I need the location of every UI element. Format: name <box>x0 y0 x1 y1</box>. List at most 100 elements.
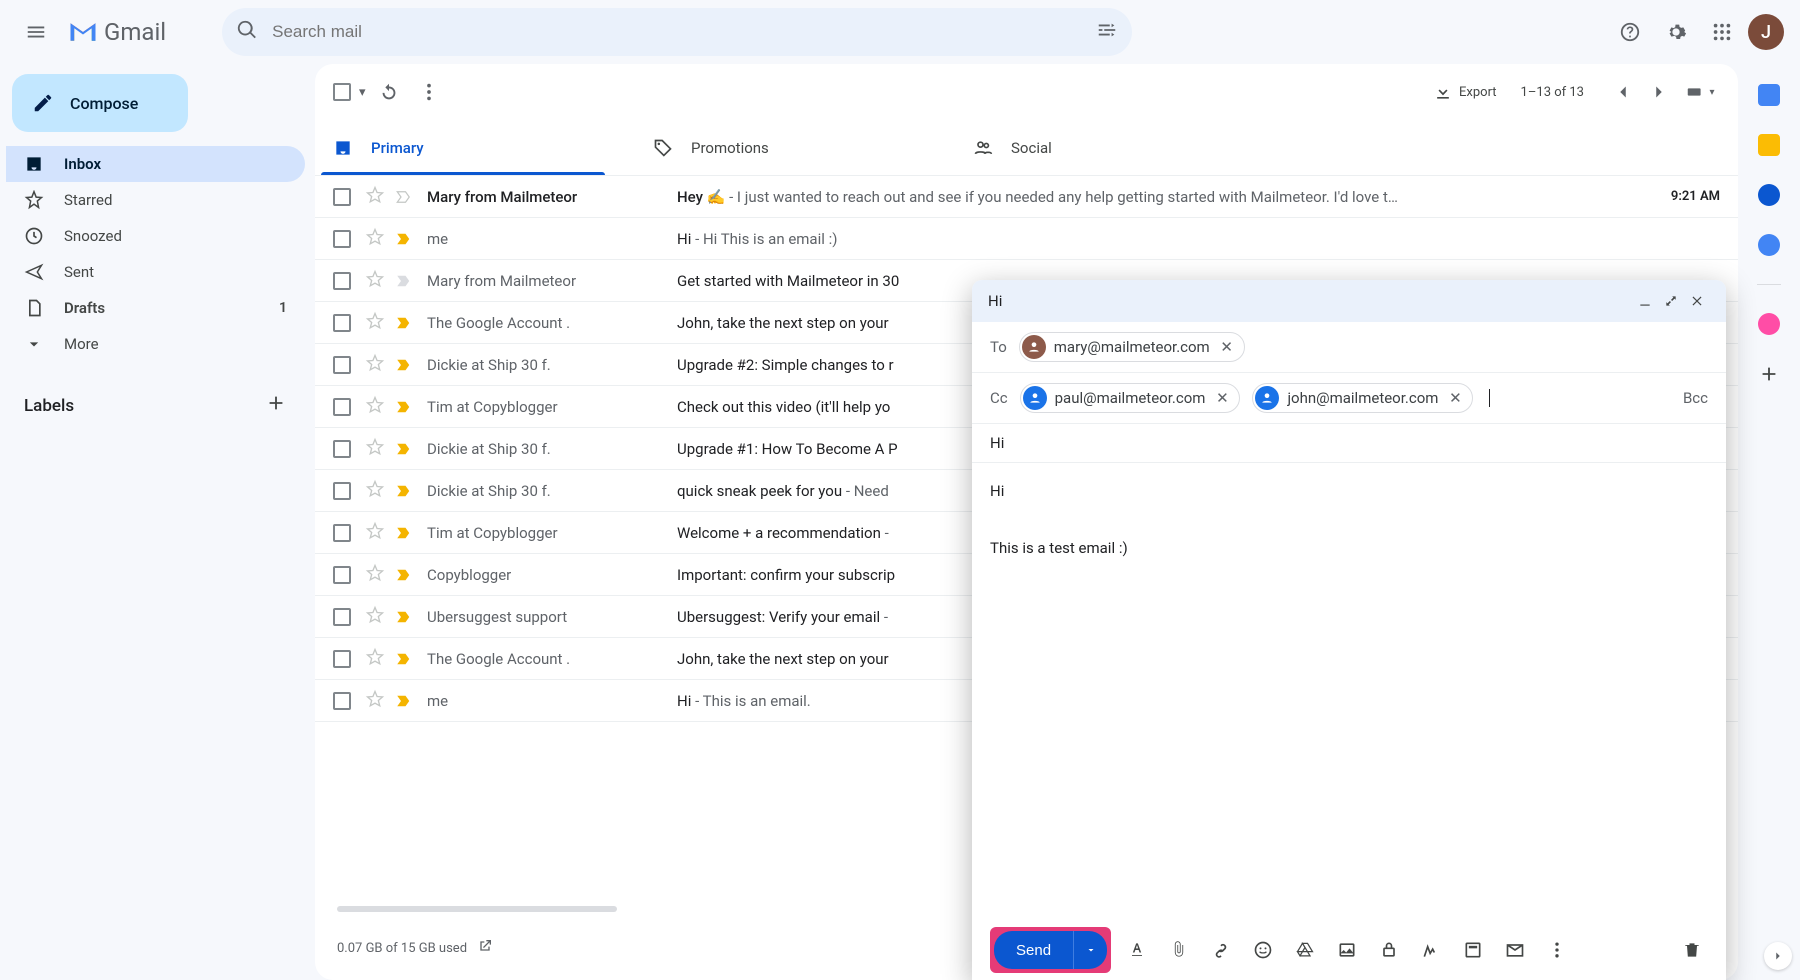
minimize-icon[interactable] <box>1632 288 1658 314</box>
apps-icon[interactable] <box>1702 12 1742 52</box>
star-icon[interactable] <box>365 353 385 377</box>
mail-row[interactable]: meHi - Hi This is an email :) <box>315 218 1738 260</box>
gmail-logo[interactable]: Gmail <box>68 18 166 46</box>
add-label-icon[interactable] <box>265 392 287 419</box>
recipient-chip[interactable]: paul@mailmeteor.com ✕ <box>1020 383 1241 413</box>
settings-icon[interactable] <box>1656 12 1696 52</box>
contacts-addon-icon[interactable] <box>1758 234 1780 256</box>
search-options-icon[interactable] <box>1096 19 1118 45</box>
addon-icon[interactable] <box>1758 313 1780 335</box>
sidebar-item-drafts[interactable]: Drafts1 <box>6 290 305 326</box>
confidential-icon[interactable] <box>1373 934 1405 966</box>
importance-icon[interactable] <box>395 566 413 584</box>
subject-input[interactable]: Hi <box>972 424 1726 463</box>
select-all-checkbox[interactable] <box>333 83 351 101</box>
star-icon[interactable] <box>365 395 385 419</box>
recipient-chip[interactable]: mary@mailmeteor.com ✕ <box>1019 332 1245 362</box>
keep-addon-icon[interactable] <box>1758 134 1780 156</box>
row-checkbox[interactable] <box>333 314 351 332</box>
sidebar-item-sent[interactable]: Sent <box>6 254 305 290</box>
star-icon[interactable] <box>365 563 385 587</box>
send-options-icon[interactable] <box>1073 931 1107 969</box>
importance-icon[interactable] <box>395 356 413 374</box>
account-avatar[interactable]: J <box>1748 14 1784 50</box>
row-checkbox[interactable] <box>333 398 351 416</box>
row-checkbox[interactable] <box>333 482 351 500</box>
importance-icon[interactable] <box>395 482 413 500</box>
star-icon[interactable] <box>365 479 385 503</box>
tasks-addon-icon[interactable] <box>1758 184 1780 206</box>
remove-chip-icon[interactable]: ✕ <box>1218 338 1236 356</box>
fullscreen-icon[interactable] <box>1658 288 1684 314</box>
storage-link-icon[interactable] <box>477 938 493 958</box>
sidebar-item-snoozed[interactable]: Snoozed <box>6 218 305 254</box>
sidebar-item-inbox[interactable]: Inbox <box>6 146 305 182</box>
get-addons-icon[interactable] <box>1758 363 1780 389</box>
star-icon[interactable] <box>365 311 385 335</box>
image-icon[interactable] <box>1331 934 1363 966</box>
main-menu-icon[interactable] <box>16 12 56 52</box>
bcc-toggle[interactable]: Bcc <box>1683 389 1708 407</box>
importance-icon[interactable] <box>395 188 413 206</box>
cc-input-caret[interactable] <box>1489 389 1490 407</box>
tab-social[interactable]: Social <box>955 120 1275 175</box>
remove-chip-icon[interactable]: ✕ <box>1446 389 1464 407</box>
remove-chip-icon[interactable]: ✕ <box>1213 389 1231 407</box>
more-options-icon[interactable] <box>1541 934 1573 966</box>
tab-primary[interactable]: Primary <box>315 120 635 175</box>
importance-icon[interactable] <box>395 314 413 332</box>
sidebar-item-more[interactable]: More <box>6 326 305 362</box>
horizontal-scrollbar[interactable] <box>337 906 617 912</box>
star-icon[interactable] <box>365 647 385 671</box>
row-checkbox[interactable] <box>333 272 351 290</box>
more-icon[interactable] <box>412 72 446 112</box>
close-icon[interactable] <box>1684 288 1710 314</box>
refresh-icon[interactable] <box>372 72 406 112</box>
compose-body[interactable]: Hi This is a test email :) <box>972 463 1726 920</box>
mail-row[interactable]: Mary from MailmeteorHey ✍️ - I just want… <box>315 176 1738 218</box>
star-icon[interactable] <box>365 185 385 209</box>
row-checkbox[interactable] <box>333 524 351 542</box>
row-checkbox[interactable] <box>333 230 351 248</box>
importance-icon[interactable] <box>395 272 413 290</box>
row-checkbox[interactable] <box>333 566 351 584</box>
discard-icon[interactable] <box>1676 934 1708 966</box>
tab-promotions[interactable]: Promotions <box>635 120 955 175</box>
star-icon[interactable] <box>365 689 385 713</box>
template-icon[interactable] <box>1457 934 1489 966</box>
row-checkbox[interactable] <box>333 608 351 626</box>
select-all-menu-icon[interactable]: ▾ <box>359 85 366 100</box>
emoji-icon[interactable] <box>1247 934 1279 966</box>
row-checkbox[interactable] <box>333 356 351 374</box>
support-icon[interactable] <box>1610 12 1650 52</box>
hide-sidepanel-icon[interactable] <box>1764 942 1792 970</box>
attach-icon[interactable] <box>1163 934 1195 966</box>
schedule-icon[interactable] <box>1499 934 1531 966</box>
importance-icon[interactable] <box>395 524 413 542</box>
row-checkbox[interactable] <box>333 650 351 668</box>
search-input[interactable] <box>272 22 1082 42</box>
row-checkbox[interactable] <box>333 188 351 206</box>
star-icon[interactable] <box>365 605 385 629</box>
next-page-icon[interactable] <box>1644 72 1674 112</box>
row-checkbox[interactable] <box>333 692 351 710</box>
star-icon[interactable] <box>365 227 385 251</box>
send-button[interactable]: Send <box>994 931 1073 969</box>
star-icon[interactable] <box>365 269 385 293</box>
importance-icon[interactable] <box>395 608 413 626</box>
calendar-addon-icon[interactable] <box>1758 84 1780 106</box>
row-checkbox[interactable] <box>333 440 351 458</box>
export-button[interactable]: Export <box>1433 82 1497 102</box>
drive-icon[interactable] <box>1289 934 1321 966</box>
star-icon[interactable] <box>365 437 385 461</box>
importance-icon[interactable] <box>395 398 413 416</box>
importance-icon[interactable] <box>395 692 413 710</box>
sidebar-item-starred[interactable]: Starred <box>6 182 305 218</box>
input-tools-icon[interactable]: ▾ <box>1680 72 1720 112</box>
importance-icon[interactable] <box>395 440 413 458</box>
link-icon[interactable] <box>1205 934 1237 966</box>
prev-page-icon[interactable] <box>1608 72 1638 112</box>
importance-icon[interactable] <box>395 230 413 248</box>
recipient-chip[interactable]: john@mailmeteor.com ✕ <box>1252 383 1473 413</box>
importance-icon[interactable] <box>395 650 413 668</box>
